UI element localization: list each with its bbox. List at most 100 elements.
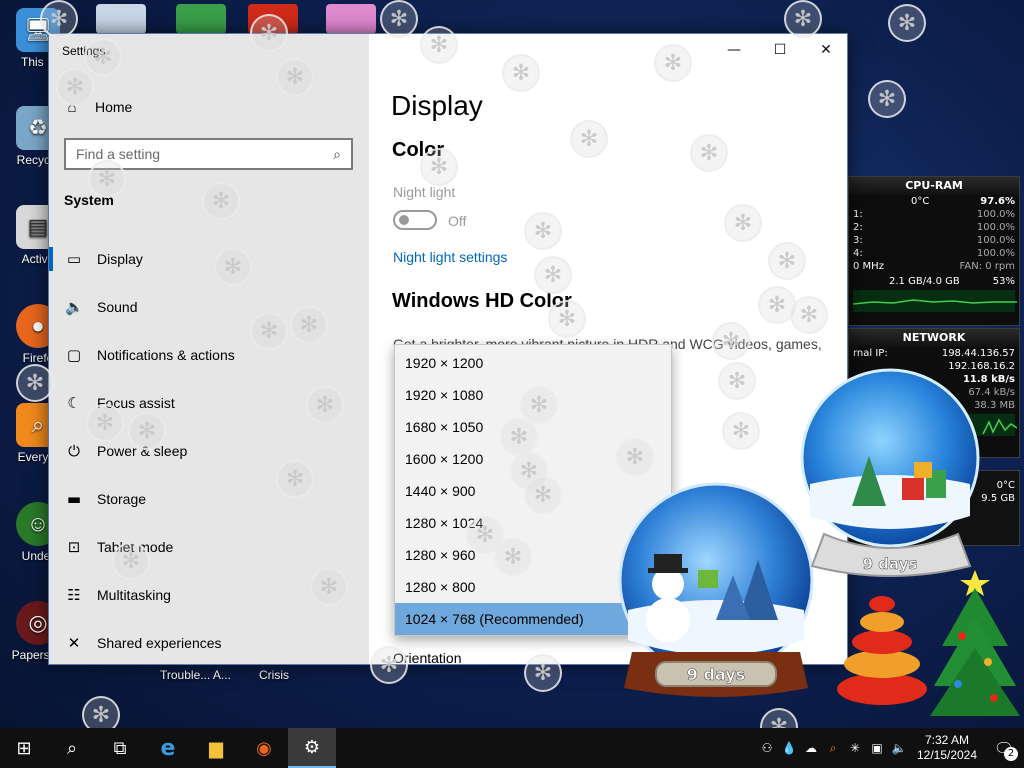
notifications-icon: ▢ [66, 346, 82, 364]
sidebar-item-label: Shared experiences [97, 635, 222, 651]
external-ip-row: rnal IP: 198.44.136.57 [849, 347, 1019, 360]
cloud-icon[interactable]: ☁ [800, 741, 822, 755]
night-light-toggle[interactable] [393, 210, 437, 230]
cpu-total-row: 0°C 97.6% [849, 195, 1019, 208]
core-label: 4: [853, 248, 863, 259]
settings-sidebar: Settings ⌂ Home ⌕ System ▭ Display 🔈 Sou… [49, 34, 369, 664]
storage-icon: ▬ [66, 490, 82, 508]
night-light-settings-link[interactable]: Night light settings [393, 249, 507, 265]
start-button[interactable]: ⊞ [0, 728, 48, 768]
sidebar-item-label: Tablet mode [97, 539, 174, 555]
file-explorer-button[interactable]: ▆ [192, 728, 240, 768]
sidebar-item-label: Display [97, 251, 143, 267]
task-view-button[interactable]: ⧉ [96, 728, 144, 768]
hd-color-heading: Windows HD Color [392, 290, 572, 312]
find-setting-input[interactable] [76, 146, 334, 162]
search-icon[interactable]: ⌕ [333, 146, 341, 163]
snowflake-icon: ✻ [868, 80, 906, 118]
core-label: 1: [853, 209, 863, 220]
sidebar-item-multitasking[interactable]: ☷ Multitasking [49, 571, 369, 619]
sidebar-item-display[interactable]: ▭ Display [49, 235, 369, 283]
cpu-freq-row: 0 MHz FAN: 0 rpm [849, 260, 1019, 273]
resolution-option[interactable]: 1920 × 1080 [395, 379, 671, 411]
external-ip: 198.44.136.57 [941, 348, 1015, 359]
desktop-icon-top-2[interactable] [176, 4, 226, 34]
system-tray: ⚇ 💧 ☁ ⌕ ✳ ▣ 🔈 7:32 AM 12/15/2024 🗨 2 [756, 728, 1024, 768]
section-heading: System [64, 192, 114, 208]
power-icon: ⏻ [68, 442, 80, 460]
clock[interactable]: 7:32 AM 12/15/2024 [910, 733, 984, 763]
desktop-icon-top-3[interactable] [248, 4, 298, 34]
fan-speed: FAN: 0 rpm [959, 261, 1015, 272]
clock-date: 12/15/2024 [916, 748, 978, 762]
gifts-snow-globe: 9 days [800, 368, 980, 577]
page-title: Display [391, 90, 483, 121]
snowman-snow-globe: 9 days [618, 482, 814, 697]
close-button[interactable]: ✕ [803, 34, 847, 66]
color-heading: Color [392, 139, 445, 161]
snowflake-tray-icon[interactable]: ✳ [844, 741, 866, 755]
firefox-button[interactable]: ◉ [240, 728, 288, 768]
cpu-core-row: 4: 100.0% [849, 247, 1019, 260]
sidebar-nav: ▭ Display 🔈 Sound ▢ Notifications & acti… [49, 235, 369, 664]
drop-icon[interactable]: 💧 [778, 741, 800, 755]
home-nav-item[interactable]: ⌂ Home [63, 94, 132, 120]
people-icon[interactable]: ⚇ [756, 741, 778, 755]
sidebar-item-tablet-mode[interactable]: ⊡ Tablet mode [49, 523, 369, 571]
extra-temp: 0°C [996, 480, 1015, 491]
sidebar-item-shared-experiences[interactable]: ✕ Shared experiences [49, 619, 369, 664]
resolution-option[interactable]: 1600 × 1200 [395, 443, 671, 475]
core-value: 100.0% [976, 222, 1015, 233]
action-center-button[interactable]: 🗨 2 [984, 728, 1024, 768]
cpu-ram-gadget: CPU-RAM 0°C 97.6% 1: 100.0% 2: 100.0% 3: 10… [848, 176, 1020, 326]
taskbar: ⊞ ⌕ ⧉ e ▆ ◉ ⚙ ⚇ 💧 ☁ ⌕ ✳ ▣ 🔈 7:32 AM 12/1… [0, 728, 1024, 768]
core-label: 3: [853, 235, 863, 246]
window-title: Settings [62, 44, 106, 58]
resolution-option[interactable]: 1920 × 1200 [395, 347, 671, 379]
night-light-label: Night light [393, 184, 456, 200]
ram-row: 2.1 GB/4.0 GB 53% [849, 275, 1019, 288]
sidebar-item-label: Power & sleep [97, 443, 188, 459]
sidebar-item-power-sleep[interactable]: ⏻ Power & sleep [49, 427, 369, 475]
cpu-core-row: 2: 100.0% [849, 221, 1019, 234]
sidebar-item-focus-assist[interactable]: ☾ Focus assist [49, 379, 369, 427]
ram-usage: 2.1 GB/4.0 GB [889, 276, 960, 287]
external-ip-label: rnal IP: [853, 348, 888, 359]
sidebar-item-notifications[interactable]: ▢ Notifications & actions [49, 331, 369, 379]
cpu-core-row: 3: 100.0% [849, 234, 1019, 247]
desktop-icon-top-4[interactable] [326, 4, 376, 34]
sidebar-item-sound[interactable]: 🔈 Sound [49, 283, 369, 331]
ram-graph-line [853, 299, 1017, 305]
snowflake-icon: ✻ [888, 4, 926, 42]
notification-count: 2 [1004, 747, 1018, 761]
find-setting-box[interactable]: ⌕ [64, 138, 353, 170]
cpu-temp: 0°C [911, 196, 930, 207]
volume-icon[interactable]: 🔈 [888, 741, 910, 755]
night-light-state: Off [448, 213, 467, 229]
cpu-total: 97.6% [980, 196, 1015, 207]
search-tray-icon[interactable]: ⌕ [822, 741, 844, 756]
network-icon[interactable]: ▣ [866, 741, 888, 755]
desktop-label[interactable]: Trouble... A... [160, 668, 231, 682]
maximize-button[interactable]: ☐ [757, 34, 803, 66]
core-label: 2: [853, 222, 863, 233]
minimize-button[interactable]: — [711, 34, 757, 66]
core-value: 100.0% [976, 248, 1015, 259]
search-button[interactable]: ⌕ [48, 728, 96, 768]
desktop-icon-top-1[interactable] [96, 4, 146, 34]
core-value: 100.0% [976, 209, 1015, 220]
sidebar-item-storage[interactable]: ▬ Storage [49, 475, 369, 523]
clock-time: 7:32 AM [924, 733, 970, 747]
christmas-tree-decoration [930, 570, 1020, 716]
internet-explorer-button[interactable]: e [144, 728, 192, 768]
sidebar-item-label: Storage [97, 491, 147, 507]
orientation-label: Orientation [393, 650, 462, 665]
sidebar-item-label: Notifications & actions [97, 347, 235, 363]
display-icon: ▭ [66, 250, 82, 268]
resolution-option[interactable]: 1680 × 1050 [395, 411, 671, 443]
ram-graph [853, 290, 1017, 312]
desktop-label[interactable]: Crisis [259, 668, 289, 682]
sound-icon: 🔈 [65, 298, 84, 316]
settings-button[interactable]: ⚙ [288, 728, 336, 768]
cpu-core-row: 1: 100.0% [849, 208, 1019, 221]
